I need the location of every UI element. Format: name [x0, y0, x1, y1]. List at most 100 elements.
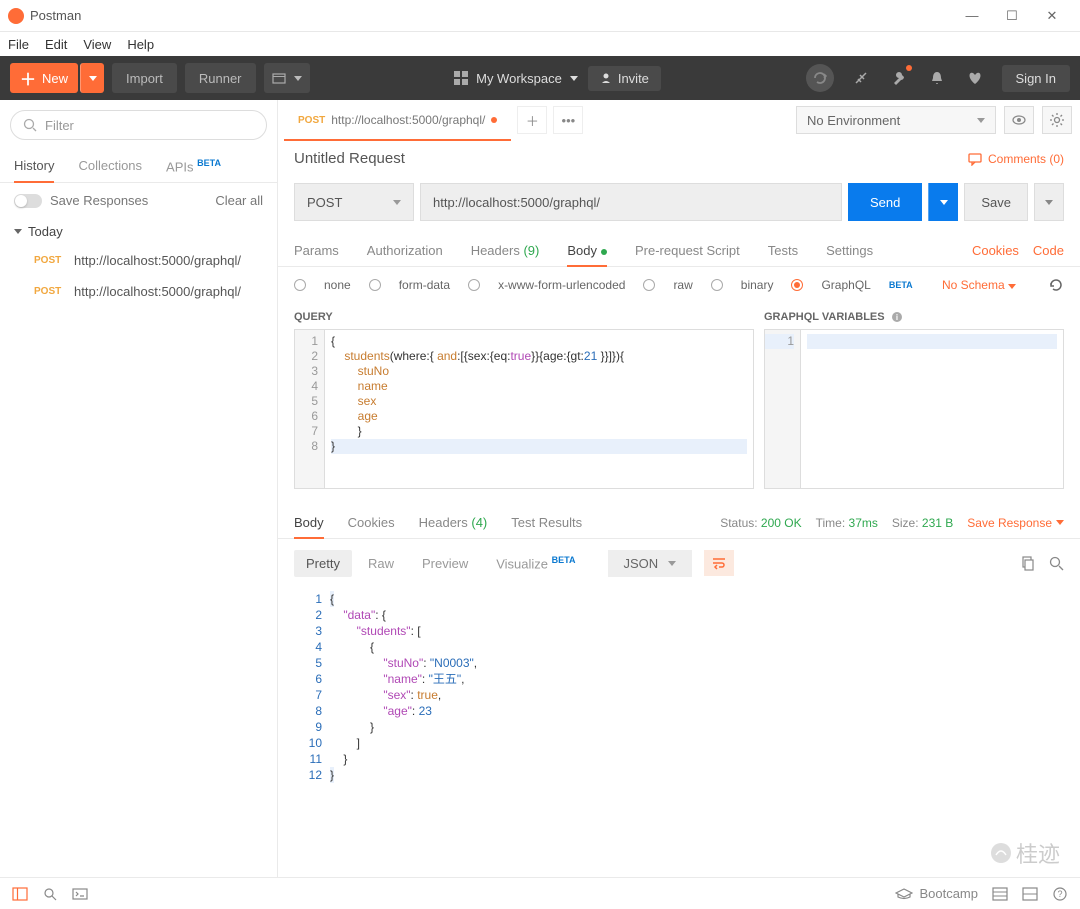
resp-tab-cookies[interactable]: Cookies — [348, 507, 395, 538]
cookies-link[interactable]: Cookies — [972, 243, 1019, 258]
graduation-icon — [895, 888, 913, 900]
vars-editor[interactable]: 1 — [764, 329, 1064, 489]
open-new-button[interactable] — [264, 63, 310, 93]
view-raw[interactable]: Raw — [356, 550, 406, 577]
view-visualize[interactable]: Visualize BETA — [484, 549, 587, 577]
wrap-icon — [711, 556, 727, 570]
menu-help[interactable]: Help — [127, 37, 154, 52]
add-tab-button[interactable]: ＋ — [517, 106, 547, 134]
response-code: { "data": { "students": [ { "stuNo": "N0… — [330, 587, 1064, 787]
environment-select[interactable]: No Environment — [796, 106, 996, 134]
view-pretty[interactable]: Pretty — [294, 550, 352, 577]
radio-none[interactable] — [294, 279, 306, 291]
tab-headers[interactable]: Headers (9) — [471, 235, 540, 266]
signin-button[interactable]: Sign In — [1002, 65, 1070, 92]
env-settings-button[interactable] — [1042, 106, 1072, 134]
radio-binary[interactable] — [711, 279, 723, 291]
format-select[interactable]: JSON — [608, 550, 693, 577]
workspace-selector[interactable]: My Workspace — [454, 71, 578, 86]
menu-file[interactable]: File — [8, 37, 29, 52]
send-button[interactable]: Send — [848, 183, 922, 221]
env-preview-button[interactable] — [1004, 106, 1034, 134]
sidebar-toggle-button[interactable] — [12, 886, 28, 902]
radio-formdata[interactable] — [369, 279, 381, 291]
tab-settings[interactable]: Settings — [826, 235, 873, 266]
menu-edit[interactable]: Edit — [45, 37, 67, 52]
minimize-button[interactable]: ― — [952, 8, 992, 23]
method-select[interactable]: POST — [294, 183, 414, 221]
resp-tab-body[interactable]: Body — [294, 507, 324, 538]
wrench-icon[interactable] — [888, 67, 910, 89]
svg-text:i: i — [895, 313, 897, 322]
runner-button[interactable]: Runner — [185, 63, 256, 93]
comments-button[interactable]: Comments (0) — [968, 152, 1064, 166]
tab-params[interactable]: Params — [294, 235, 339, 266]
history-item[interactable]: POST http://localhost:5000/graphql/ — [0, 245, 277, 276]
workspace-name: My Workspace — [476, 71, 562, 86]
view-preview[interactable]: Preview — [410, 550, 480, 577]
resp-tab-headers[interactable]: Headers (4) — [419, 507, 488, 538]
save-responses-toggle[interactable] — [14, 194, 42, 208]
send-dropdown[interactable] — [928, 183, 958, 221]
eye-icon — [1011, 112, 1027, 128]
history-item[interactable]: POST http://localhost:5000/graphql/ — [0, 276, 277, 307]
save-response-button[interactable]: Save Response — [967, 516, 1064, 530]
maximize-button[interactable]: ☐ — [992, 8, 1032, 24]
filter-input[interactable]: Filter — [10, 110, 267, 140]
radio-graphql[interactable] — [791, 279, 803, 291]
search-response-button[interactable] — [1049, 556, 1064, 571]
window-titlebar: Postman ― ☐ ✕ — [0, 0, 1080, 32]
tab-authorization[interactable]: Authorization — [367, 235, 443, 266]
query-editor[interactable]: 12345678 { students(where:{ and:[{sex:{e… — [294, 329, 754, 489]
tab-tests[interactable]: Tests — [768, 235, 798, 266]
tab-body[interactable]: Body — [567, 235, 607, 266]
schema-select[interactable]: No Schema — [942, 278, 1016, 292]
resp-tab-tests[interactable]: Test Results — [511, 507, 582, 538]
svg-text:?: ? — [1057, 889, 1062, 899]
search-icon — [1049, 556, 1064, 571]
import-button[interactable]: Import — [112, 63, 177, 93]
menu-view[interactable]: View — [83, 37, 111, 52]
url-input[interactable]: http://localhost:5000/graphql/ — [420, 183, 842, 221]
unsaved-dot-icon — [491, 117, 497, 123]
bootcamp-button[interactable]: Bootcamp — [895, 886, 978, 901]
wrap-lines-button[interactable] — [704, 550, 734, 576]
grid-icon — [454, 71, 468, 85]
response-body[interactable]: 123456789101112 { "data": { "students": … — [278, 587, 1080, 787]
person-plus-icon — [600, 72, 612, 84]
tab-options-button[interactable]: ••• — [553, 106, 583, 134]
invite-button[interactable]: Invite — [588, 66, 661, 91]
request-tab[interactable]: POST http://localhost:5000/graphql/ — [284, 101, 511, 141]
sync-icon[interactable] — [806, 64, 834, 92]
save-button[interactable]: Save — [964, 183, 1028, 221]
new-dropdown[interactable] — [80, 63, 104, 93]
radio-raw[interactable] — [643, 279, 655, 291]
satellite-icon[interactable] — [850, 67, 872, 89]
console-button[interactable] — [72, 886, 88, 902]
heart-icon[interactable] — [964, 67, 986, 89]
refresh-icon — [1048, 277, 1064, 293]
request-title[interactable]: Untitled Request — [294, 150, 405, 167]
save-dropdown[interactable] — [1034, 183, 1064, 221]
clear-all-button[interactable]: Clear all — [215, 193, 263, 208]
tab-history[interactable]: History — [14, 150, 54, 182]
tab-prerequest[interactable]: Pre-request Script — [635, 235, 740, 266]
radio-xwww[interactable] — [468, 279, 480, 291]
bell-icon[interactable] — [926, 67, 948, 89]
find-button[interactable] — [42, 886, 58, 902]
close-button[interactable]: ✕ — [1032, 8, 1072, 24]
tab-collections[interactable]: Collections — [78, 150, 142, 182]
request-tab-bar: POST http://localhost:5000/graphql/ ＋ ••… — [278, 100, 1080, 140]
history-today-header[interactable]: Today — [0, 218, 277, 245]
code-link[interactable]: Code — [1033, 243, 1064, 258]
help-button[interactable]: ? — [1052, 886, 1068, 902]
copy-button[interactable] — [1020, 556, 1035, 571]
filter-placeholder: Filter — [45, 118, 74, 133]
tab-apis[interactable]: APIs BETA — [166, 150, 221, 182]
line-gutter: 1 — [765, 330, 801, 488]
shortcuts-button[interactable] — [992, 886, 1008, 902]
two-pane-button[interactable] — [1022, 886, 1038, 902]
sidebar: Filter History Collections APIs BETA Sav… — [0, 100, 278, 877]
new-button[interactable]: ＋ New — [10, 63, 78, 93]
refresh-schema-button[interactable] — [1048, 277, 1064, 293]
